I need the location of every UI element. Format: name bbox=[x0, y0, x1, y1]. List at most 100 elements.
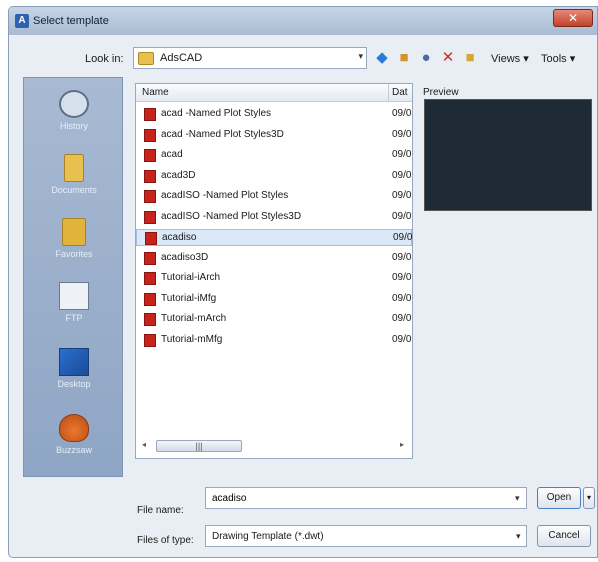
look-in-combo[interactable]: AdsCAD ▾ bbox=[133, 47, 367, 69]
file-name-label: File name: bbox=[137, 505, 184, 516]
file-date: 09/0 bbox=[392, 108, 412, 119]
file-name: Tutorial-iArch bbox=[161, 272, 221, 283]
file-date: 09/0 bbox=[393, 232, 413, 243]
close-button[interactable]: ✕ bbox=[553, 9, 593, 27]
file-row[interactable]: Tutorial-mMfg 09/0 bbox=[136, 332, 412, 349]
file-name: Tutorial-mMfg bbox=[161, 333, 223, 345]
file-date: 09/0 bbox=[392, 251, 412, 263]
dwt-file-icon bbox=[145, 232, 157, 245]
file-name-input[interactable] bbox=[205, 487, 527, 509]
place-desktop[interactable]: Desktop bbox=[24, 340, 124, 400]
file-name: Tutorial-mArch bbox=[161, 313, 227, 324]
file-row[interactable]: Tutorial-iMfg 09/0 bbox=[136, 291, 412, 308]
up-folder-icon[interactable]: ■ bbox=[395, 49, 413, 67]
file-name: acadiso bbox=[162, 232, 197, 243]
file-name: acadiso3D bbox=[161, 251, 209, 263]
ftp-icon bbox=[59, 282, 89, 310]
files-of-type-value: Drawing Template (*.dwt) bbox=[212, 531, 324, 542]
documents-icon bbox=[64, 154, 84, 182]
file-date: 09/0 bbox=[392, 333, 412, 345]
scroll-thumb[interactable]: ||| bbox=[156, 440, 242, 452]
place-favorites[interactable]: Favorites bbox=[24, 210, 124, 270]
place-history[interactable]: History bbox=[24, 82, 124, 142]
navigation-toolbar: ◆ ■ ● ✕ ■ bbox=[373, 47, 479, 69]
file-row[interactable]: acadiso 09/0 bbox=[136, 229, 412, 246]
file-name-dropdown-icon[interactable]: ▾ bbox=[515, 493, 520, 504]
autocad-app-icon: A bbox=[15, 14, 29, 28]
dwt-file-icon bbox=[144, 108, 156, 121]
place-buzzsaw[interactable]: Buzzsaw bbox=[24, 406, 124, 466]
file-date: 09/0 bbox=[392, 210, 412, 222]
place-label: Favorites bbox=[55, 249, 93, 259]
file-date: 09/0 bbox=[392, 128, 412, 140]
place-documents[interactable]: Documents bbox=[24, 146, 124, 206]
dwt-file-icon bbox=[144, 272, 156, 285]
delete-icon[interactable]: ✕ bbox=[439, 49, 457, 67]
preview-pane bbox=[424, 99, 592, 211]
open-button[interactable]: Open bbox=[537, 487, 581, 509]
file-date: 09/0 bbox=[392, 313, 412, 324]
files-of-type-label: Files of type: bbox=[137, 535, 194, 546]
dwt-file-icon bbox=[144, 210, 156, 224]
buzzsaw-icon bbox=[59, 414, 89, 442]
cancel-button[interactable]: Cancel bbox=[537, 525, 591, 547]
chevron-down-icon: ▾ bbox=[358, 51, 363, 61]
place-label: FTP bbox=[65, 313, 83, 323]
horizontal-scrollbar[interactable]: ◂ ||| ▸ bbox=[138, 438, 410, 454]
file-row[interactable]: acad -Named Plot Styles3D 09/0 bbox=[136, 127, 412, 144]
file-date: 09/0 bbox=[392, 169, 412, 181]
file-name: acadISO -Named Plot Styles3D bbox=[161, 210, 302, 222]
look-in-value: AdsCAD bbox=[160, 52, 203, 64]
file-row[interactable]: acadiso3D 09/0 bbox=[136, 250, 412, 267]
look-in-label: Look in: bbox=[85, 53, 124, 65]
column-date-header[interactable]: Dat bbox=[388, 84, 412, 101]
search-icon[interactable]: ● bbox=[417, 49, 435, 67]
create-folder-icon[interactable]: ■ bbox=[461, 49, 479, 67]
file-name: acad -Named Plot Styles3D bbox=[161, 128, 284, 140]
dwt-file-icon bbox=[144, 149, 156, 162]
file-row[interactable]: acad3D 09/0 bbox=[136, 168, 412, 185]
place-label: Buzzsaw bbox=[55, 445, 92, 455]
file-row[interactable]: Tutorial-mArch 09/0 bbox=[136, 311, 412, 328]
file-date: 09/0 bbox=[392, 272, 412, 283]
scroll-left-icon[interactable]: ◂ bbox=[142, 440, 146, 449]
views-menu[interactable]: Views ▾ bbox=[491, 52, 529, 65]
place-ftp[interactable]: FTP bbox=[24, 274, 124, 334]
file-name: acad -Named Plot Styles bbox=[161, 108, 272, 119]
title-bar: A Select template ✕ bbox=[9, 7, 597, 35]
dwt-file-icon bbox=[144, 313, 156, 326]
file-name: acad bbox=[161, 149, 183, 160]
chevron-down-icon: ▾ bbox=[516, 531, 521, 541]
file-row[interactable]: acadISO -Named Plot Styles3D 09/0 bbox=[136, 209, 412, 226]
dwt-file-icon bbox=[144, 292, 156, 306]
files-of-type-select[interactable]: Drawing Template (*.dwt) ▾ bbox=[205, 525, 527, 547]
file-row[interactable]: acad 09/0 bbox=[136, 147, 412, 164]
file-name: Tutorial-iMfg bbox=[161, 292, 217, 304]
preview-label: Preview bbox=[423, 87, 459, 98]
select-template-dialog: A Select template ✕ Look in: AdsCAD ▾ ◆ … bbox=[8, 6, 598, 558]
column-name-header[interactable]: Name bbox=[142, 87, 169, 98]
file-name: acadISO -Named Plot Styles bbox=[161, 190, 289, 201]
dwt-file-icon bbox=[144, 169, 156, 183]
file-row[interactable]: acad -Named Plot Styles 09/0 bbox=[136, 106, 412, 123]
file-list: Name Dat acad -Named Plot Styles 09/0 acad… bbox=[135, 83, 413, 459]
dwt-file-icon bbox=[144, 251, 156, 265]
places-sidebar: History Documents Favorites FTP Desktop … bbox=[23, 77, 123, 477]
favorites-icon bbox=[62, 218, 86, 246]
place-label: Desktop bbox=[57, 379, 91, 389]
file-row[interactable]: acadISO -Named Plot Styles 09/0 bbox=[136, 188, 412, 205]
tools-menu[interactable]: Tools ▾ bbox=[541, 52, 575, 65]
file-name: acad3D bbox=[161, 169, 196, 181]
dwt-file-icon bbox=[144, 128, 156, 142]
file-date: 09/0 bbox=[392, 190, 412, 201]
place-label: History bbox=[59, 121, 88, 131]
folder-icon bbox=[138, 52, 154, 65]
scroll-right-icon[interactable]: ▸ bbox=[400, 440, 404, 449]
file-row[interactable]: Tutorial-iArch 09/0 bbox=[136, 270, 412, 287]
list-header: Name Dat bbox=[136, 84, 412, 102]
open-options-button[interactable]: ▾ bbox=[583, 487, 595, 509]
back-icon[interactable]: ◆ bbox=[373, 49, 391, 67]
dialog-title: Select template bbox=[33, 15, 109, 27]
place-label: Documents bbox=[51, 185, 97, 195]
dwt-file-icon bbox=[144, 333, 156, 347]
